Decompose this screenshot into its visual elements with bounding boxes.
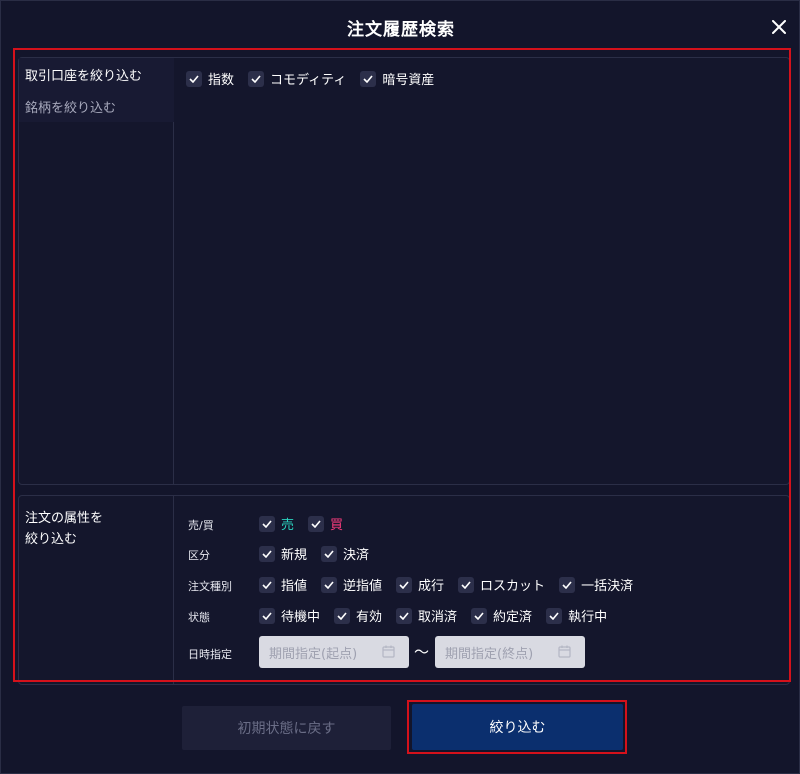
attribute-options: 売/買 売 買 区分 新規 決済 注文種別 指値 逆指値 成行 ロスカット 一括… (184, 496, 789, 684)
check-icon (308, 515, 325, 532)
check-icon (259, 545, 275, 562)
checkbox-label: 買 (330, 518, 344, 533)
checkbox-label: 取消済 (418, 610, 458, 625)
checkbox-label: 約定済 (493, 610, 533, 625)
date-separator: 〜 (414, 643, 430, 661)
checkbox-label: 決済 (343, 548, 370, 563)
reset-button-label: 初期状態に戻す (237, 721, 336, 737)
checkbox-label: 成行 (418, 579, 445, 594)
checkbox-label: 有効 (356, 610, 383, 625)
check-icon (186, 70, 202, 87)
checkbox-sell[interactable]: 売 (259, 514, 294, 533)
check-icon (546, 607, 563, 624)
attribute-title-line1: 注文の属性を (25, 511, 104, 526)
checkbox-label: 指値 (281, 579, 308, 594)
checkbox-limit[interactable]: 指値 (259, 575, 307, 594)
check-icon (458, 576, 475, 593)
status-label: 状態 (188, 611, 210, 624)
checkbox-label: 待機中 (281, 610, 321, 625)
check-icon (259, 607, 275, 624)
checkbox-waiting[interactable]: 待機中 (259, 606, 320, 625)
checkbox-label: ロスカット (480, 579, 546, 594)
check-icon (396, 576, 413, 593)
category-label: 区分 (188, 549, 210, 562)
check-icon (471, 607, 488, 624)
date-start-placeholder: 期間指定(起点) (269, 646, 358, 662)
checkbox-label: コモディティ (270, 73, 347, 88)
filter-nav: 取引口座を絞り込む 銘柄を絞り込む (19, 58, 174, 484)
close-button[interactable] (767, 15, 791, 39)
close-icon (772, 20, 786, 34)
order-type-label: 注文種別 (188, 580, 232, 593)
checkbox-bulk-settle[interactable]: 一括決済 (559, 575, 633, 594)
check-icon (248, 70, 265, 87)
checkbox-settle[interactable]: 決済 (321, 544, 369, 563)
attribute-filter-panel: 注文の属性を 絞り込む 売/買 売 買 区分 新規 決済 注文種別 指値 逆指値… (18, 495, 790, 685)
check-icon (396, 607, 413, 624)
date-end-input[interactable]: 期間指定(終点) (435, 636, 585, 668)
checkbox-label: 売 (281, 518, 295, 533)
check-icon (321, 576, 338, 593)
checkbox-executing[interactable]: 執行中 (546, 606, 607, 625)
apply-filter-button[interactable]: 絞り込む (412, 704, 623, 750)
apply-filter-button-label: 絞り込む (489, 720, 546, 736)
checkbox-commodity[interactable]: コモディティ (248, 69, 346, 88)
attribute-section-header: 注文の属性を 絞り込む (19, 496, 174, 684)
checkbox-active[interactable]: 有効 (334, 606, 382, 625)
check-icon (259, 515, 275, 532)
checkbox-label: 指数 (208, 73, 235, 88)
account-checkbox-row: 指数 コモディティ 暗号資産 (186, 69, 448, 88)
attribute-section-title: 注文の属性を 絞り込む (25, 508, 165, 550)
date-label: 日時指定 (188, 648, 232, 661)
order-history-search-dialog: 注文履歴検索 取引口座を絞り込む 銘柄を絞り込む 指数 コモディティ 暗号資産 … (0, 0, 800, 774)
check-icon (259, 576, 275, 593)
checkbox-crypto[interactable]: 暗号資産 (360, 69, 434, 88)
checkbox-label: 暗号資産 (382, 73, 435, 88)
checkbox-losscut[interactable]: ロスカット (458, 575, 545, 594)
date-end-placeholder: 期間指定(終点) (445, 646, 534, 662)
account-filter-panel: 取引口座を絞り込む 銘柄を絞り込む 指数 コモディティ 暗号資産 (18, 57, 790, 485)
checkbox-index[interactable]: 指数 (186, 69, 234, 88)
checkbox-label: 新規 (281, 548, 308, 563)
nav-item-symbol[interactable]: 銘柄を絞り込む (19, 90, 174, 122)
checkbox-filled[interactable]: 約定済 (471, 606, 532, 625)
check-icon (334, 607, 351, 624)
checkbox-label: 一括決済 (581, 579, 634, 594)
side-label: 売/買 (188, 519, 214, 532)
attribute-title-line2: 絞り込む (25, 532, 78, 547)
reset-button[interactable]: 初期状態に戻す (182, 706, 391, 750)
checkbox-label: 執行中 (568, 610, 608, 625)
category-row: 新規 決済 (259, 544, 383, 563)
dialog-title: 注文履歴検索 (347, 19, 455, 40)
side-row: 売 買 (259, 514, 357, 533)
checkbox-market[interactable]: 成行 (396, 575, 444, 594)
check-icon (321, 545, 338, 562)
nav-item-label: 取引口座を絞り込む (25, 68, 143, 84)
checkbox-buy[interactable]: 買 (308, 514, 343, 533)
check-icon (559, 576, 576, 593)
order-type-row: 指値 逆指値 成行 ロスカット 一括決済 (259, 575, 647, 594)
checkbox-label: 逆指値 (343, 579, 383, 594)
calendar-icon (558, 645, 571, 658)
calendar-icon (382, 645, 395, 658)
nav-item-label: 銘柄を絞り込む (25, 100, 117, 116)
account-options: 指数 コモディティ 暗号資産 (184, 58, 789, 484)
checkbox-new[interactable]: 新規 (259, 544, 307, 563)
checkbox-cancelled[interactable]: 取消済 (396, 606, 457, 625)
status-row: 待機中 有効 取消済 約定済 執行中 (259, 606, 621, 625)
check-icon (360, 70, 377, 87)
checkbox-stop[interactable]: 逆指値 (321, 575, 382, 594)
date-start-input[interactable]: 期間指定(起点) (259, 636, 409, 668)
dialog-header: 注文履歴検索 (1, 1, 800, 53)
nav-item-account[interactable]: 取引口座を絞り込む (19, 58, 174, 90)
